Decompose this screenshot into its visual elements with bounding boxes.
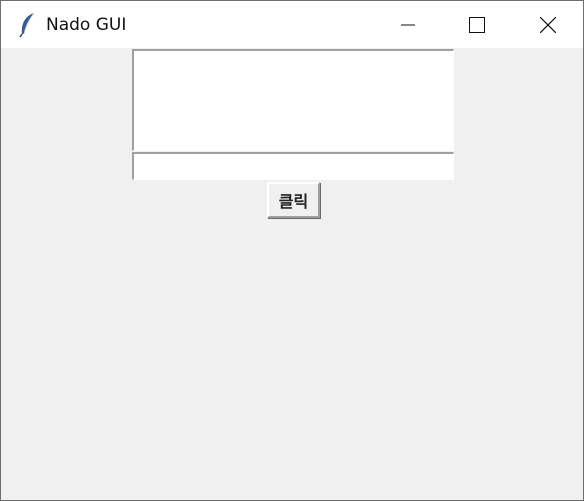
window-client-area: 클릭 bbox=[1, 48, 583, 500]
minimize-icon bbox=[401, 18, 415, 32]
entry-field[interactable] bbox=[132, 152, 454, 180]
close-icon bbox=[539, 16, 556, 33]
maximize-button[interactable] bbox=[442, 1, 512, 48]
title-bar[interactable]: Nado GUI bbox=[1, 1, 583, 48]
minimize-button[interactable] bbox=[373, 1, 443, 48]
text-area[interactable] bbox=[132, 49, 454, 151]
close-button[interactable] bbox=[512, 1, 583, 48]
app-window: Nado GUI 클릭 bbox=[0, 0, 584, 501]
maximize-icon bbox=[469, 16, 485, 33]
click-button[interactable]: 클릭 bbox=[267, 182, 320, 218]
click-button-label: 클릭 bbox=[278, 192, 309, 211]
window-title: Nado GUI bbox=[46, 15, 127, 35]
feather-icon bbox=[17, 12, 39, 38]
